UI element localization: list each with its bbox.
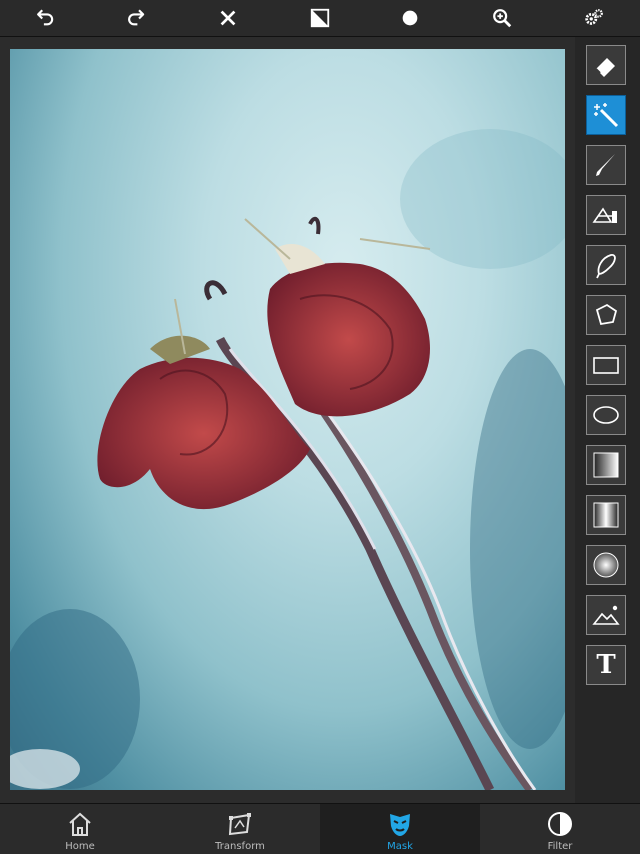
brush-size-button[interactable] <box>395 3 425 33</box>
tab-mask-label: Mask <box>387 841 413 852</box>
radial-gradient-icon <box>593 552 619 578</box>
edge-tool[interactable] <box>586 195 626 235</box>
ellipse-icon <box>593 406 619 424</box>
image-mask-tool[interactable] <box>586 595 626 635</box>
brush-icon <box>596 154 615 176</box>
magic-wand-tool[interactable] <box>586 95 626 135</box>
mirror-gradient-icon <box>593 502 619 528</box>
gears-icon <box>585 9 603 25</box>
invert-mask-button[interactable] <box>305 3 335 33</box>
close-icon <box>220 10 236 26</box>
text-tool[interactable]: T <box>586 645 626 685</box>
filter-icon <box>548 812 572 836</box>
top-toolbar <box>0 0 640 37</box>
tab-transform-label: Transform <box>215 841 265 852</box>
mask-tools-panel: T <box>575 37 640 803</box>
image-icon <box>592 605 620 625</box>
undo-button[interactable] <box>30 3 60 33</box>
zoom-in-icon <box>493 9 512 28</box>
redo-button[interactable] <box>121 3 151 33</box>
polygon-icon <box>595 303 618 326</box>
edge-detect-icon <box>592 207 617 223</box>
brush-tool[interactable] <box>586 145 626 185</box>
transform-icon <box>228 813 251 836</box>
linear-gradient-tool[interactable] <box>586 445 626 485</box>
tab-mask[interactable]: Mask <box>320 804 480 854</box>
clear-mask-button[interactable] <box>213 3 243 33</box>
radial-gradient-tool[interactable] <box>586 545 626 585</box>
dried-roses-photo <box>10 129 565 790</box>
settings-button[interactable] <box>579 3 609 33</box>
rectangle-icon <box>593 357 619 374</box>
zoom-button[interactable] <box>487 3 517 33</box>
ellipse-tool[interactable] <box>586 395 626 435</box>
linear-gradient-icon <box>593 452 619 478</box>
canvas-area[interactable] <box>0 37 575 803</box>
eraser-icon <box>595 58 615 77</box>
text-icon: T <box>596 650 616 680</box>
home-icon <box>69 812 91 836</box>
polygon-tool[interactable] <box>586 295 626 335</box>
invert-mask-icon <box>310 8 330 28</box>
redo-icon <box>128 9 145 26</box>
tab-filter-label: Filter <box>547 841 573 852</box>
brush-dot-icon <box>402 10 418 26</box>
rectangle-tool[interactable] <box>586 345 626 385</box>
tab-home-label: Home <box>65 841 95 852</box>
lasso-icon <box>596 254 616 279</box>
tab-transform[interactable]: Transform <box>160 804 320 854</box>
photo-canvas[interactable] <box>10 49 565 790</box>
undo-icon <box>37 9 54 26</box>
tab-filter[interactable]: Filter <box>480 804 640 854</box>
mirror-gradient-tool[interactable] <box>586 495 626 535</box>
bottom-tab-bar: Home Transform Mask Filter <box>0 803 640 854</box>
mask-icon <box>390 814 410 836</box>
lasso-tool[interactable] <box>586 245 626 285</box>
tab-home[interactable]: Home <box>0 804 160 854</box>
magic-wand-icon <box>594 103 619 128</box>
eraser-tool[interactable] <box>586 45 626 85</box>
